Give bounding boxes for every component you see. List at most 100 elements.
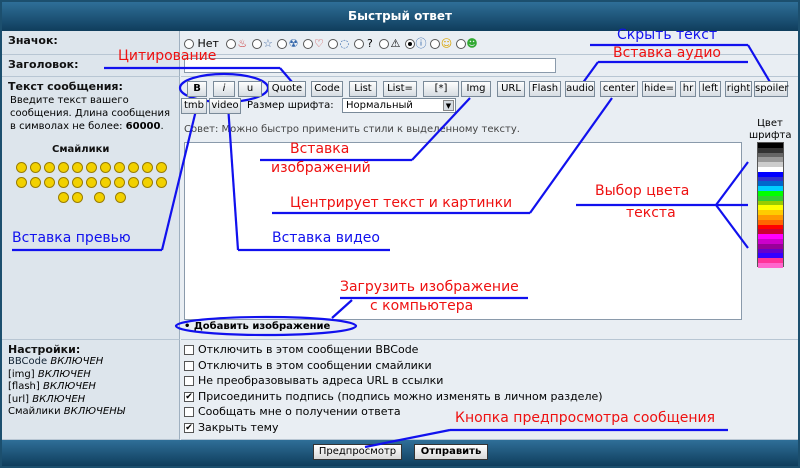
smiley-icon[interactable] xyxy=(16,162,27,173)
font-size-value: Нормальный xyxy=(346,100,413,111)
chevron-down-icon: ▼ xyxy=(443,100,454,111)
smiley-icon[interactable] xyxy=(44,177,55,188)
settings-status-name: BBCode xyxy=(8,356,51,367)
submit-button[interactable]: Отправить xyxy=(414,444,488,460)
bbcode-button-center[interactable]: center xyxy=(600,81,638,97)
bbcode-button-listx[interactable]: List= xyxy=(383,81,417,97)
bbcode-button-code[interactable]: Code xyxy=(311,81,343,97)
settings-option[interactable]: ✔ Присоединить подпись (подпись можно изм… xyxy=(184,390,603,403)
settings-option-label: Сообщать мне о получении ответа xyxy=(198,405,401,418)
checkbox[interactable] xyxy=(184,360,194,371)
checkbox[interactable] xyxy=(184,376,194,386)
bbcode-button-img[interactable]: Img xyxy=(461,81,491,97)
smiley-icon[interactable] xyxy=(30,177,41,188)
icon-radio[interactable] xyxy=(455,39,466,49)
checkbox[interactable] xyxy=(184,345,194,355)
max-length: 60000 xyxy=(125,121,161,132)
checkbox[interactable]: ✔ xyxy=(184,422,194,433)
settings-status-state: ВКЛЮЧЕН xyxy=(42,381,96,392)
annotation-center: Центрирует текст и картинки xyxy=(290,195,513,211)
smile-icon: ☺ xyxy=(440,37,453,50)
smiley-icon[interactable] xyxy=(100,177,111,188)
bbcode-button-video[interactable]: video xyxy=(209,98,241,114)
font-size-select[interactable]: Нормальный ▼ xyxy=(342,98,456,113)
smiley-icon[interactable] xyxy=(30,162,41,173)
bbcode-button-i[interactable]: i xyxy=(213,81,235,97)
icon-radio[interactable] xyxy=(379,39,390,49)
bbcode-button-right[interactable]: right xyxy=(725,81,752,97)
color-label: Цвет шрифта xyxy=(749,118,792,141)
smiley-icon[interactable] xyxy=(115,192,126,203)
bbcode-button-hr[interactable]: hr xyxy=(680,81,696,97)
smiley-icon[interactable] xyxy=(58,192,69,203)
add-image-link[interactable]: • Добавить изображение xyxy=(184,321,330,332)
smiley-icon[interactable] xyxy=(72,162,83,173)
preview-button[interactable]: Предпросмотр xyxy=(313,444,402,460)
smiley-icon[interactable] xyxy=(16,177,27,188)
smiley-icon[interactable] xyxy=(58,177,69,188)
grin-icon: ☻ xyxy=(466,37,478,50)
icon-radio-group: Нет ♨ ☆ ☢ ♡ ◌ ? ⚠ ⓘ ☺ ☻ xyxy=(184,37,478,50)
bbcode-button-list[interactable]: List xyxy=(349,81,377,97)
smiley-icon[interactable] xyxy=(142,162,153,173)
settings-option[interactable]: Отключить в этом сообщении смайлики xyxy=(184,359,432,372)
color-palette[interactable] xyxy=(757,142,784,268)
bbcode-button-flash[interactable]: Flash xyxy=(529,81,561,97)
bbcode-button-audio[interactable]: audio xyxy=(565,81,595,97)
smiley-icon[interactable] xyxy=(142,177,153,188)
message-description: Введите текст вашего сообщения. Длина со… xyxy=(10,95,170,132)
settings-status-name: [url] xyxy=(8,393,33,405)
annotation-audio: Вставка аудио xyxy=(613,45,721,61)
settings-option[interactable]: ✔ Закрыть тему xyxy=(184,421,278,434)
icon-radio[interactable] xyxy=(226,39,237,49)
bbcode-button-tmb[interactable]: tmb xyxy=(181,98,207,114)
smiley-icon[interactable] xyxy=(156,162,167,173)
bbcode-button-url[interactable]: URL xyxy=(497,81,525,97)
settings-label: Настройки: xyxy=(8,343,81,356)
annotation-img-line2: изображений xyxy=(271,160,371,176)
settings-option[interactable]: Сообщать мне о получении ответа xyxy=(184,405,401,418)
bbcode-button-quote[interactable]: Quote xyxy=(268,81,306,97)
annotation-upload-line1: Загрузить изображение xyxy=(340,279,519,295)
settings-option-label: Отключить в этом сообщении BBCode xyxy=(198,343,419,356)
smiley-icon[interactable] xyxy=(128,162,139,173)
smiley-icon[interactable] xyxy=(114,162,125,173)
smiley-icon[interactable] xyxy=(86,177,97,188)
settings-status-state: ВКЛЮЧЕНЫ xyxy=(63,406,125,417)
settings-status-state: ВКЛЮЧЕН xyxy=(50,356,104,367)
message-label: Текст сообщения: xyxy=(8,80,123,93)
icon-radio[interactable] xyxy=(302,39,313,49)
smiley-icon[interactable] xyxy=(100,162,111,173)
annotation-img-line1: Вставка xyxy=(290,141,350,157)
checkbox[interactable] xyxy=(184,407,194,417)
icon-radio-selected[interactable] xyxy=(404,39,415,49)
smiley-icon[interactable] xyxy=(72,177,83,188)
smiley-icon[interactable] xyxy=(114,177,125,188)
color-swatch[interactable] xyxy=(758,262,783,268)
bbcode-button-xxx[interactable]: [*] xyxy=(423,81,459,97)
smiley-icon[interactable] xyxy=(58,162,69,173)
smiley-icon[interactable] xyxy=(156,177,167,188)
settings-option[interactable]: Не преобразовывать адреса URL в ссылки xyxy=(184,374,443,387)
smiley-icon[interactable] xyxy=(128,177,139,188)
smiley-icon[interactable] xyxy=(72,192,83,203)
settings-option-label: Отключить в этом сообщении смайлики xyxy=(198,358,432,372)
icon-radio[interactable] xyxy=(328,39,339,49)
settings-option[interactable]: Отключить в этом сообщении BBCode xyxy=(184,343,418,356)
subject-input[interactable] xyxy=(184,58,556,73)
smiley-icon[interactable] xyxy=(44,162,55,173)
bbcode-button-b[interactable]: B xyxy=(187,81,207,97)
icon-radio[interactable] xyxy=(353,39,364,49)
bbcode-button-left[interactable]: left xyxy=(699,81,721,97)
bbcode-button-u[interactable]: u xyxy=(238,81,262,97)
bbcode-button-spoiler[interactable]: spoiler xyxy=(754,81,789,97)
fire-icon: ♨ xyxy=(237,37,248,50)
icon-radio[interactable] xyxy=(277,39,288,49)
bbcode-button-hidex[interactable]: hide= xyxy=(642,81,676,97)
checkbox[interactable]: ✔ xyxy=(184,391,194,402)
icon-radio[interactable] xyxy=(251,39,262,49)
warning-icon: ⚠ xyxy=(390,37,401,50)
smiley-icon[interactable] xyxy=(86,162,97,173)
smiley-icon[interactable] xyxy=(94,192,105,203)
icon-radio[interactable] xyxy=(430,39,441,49)
